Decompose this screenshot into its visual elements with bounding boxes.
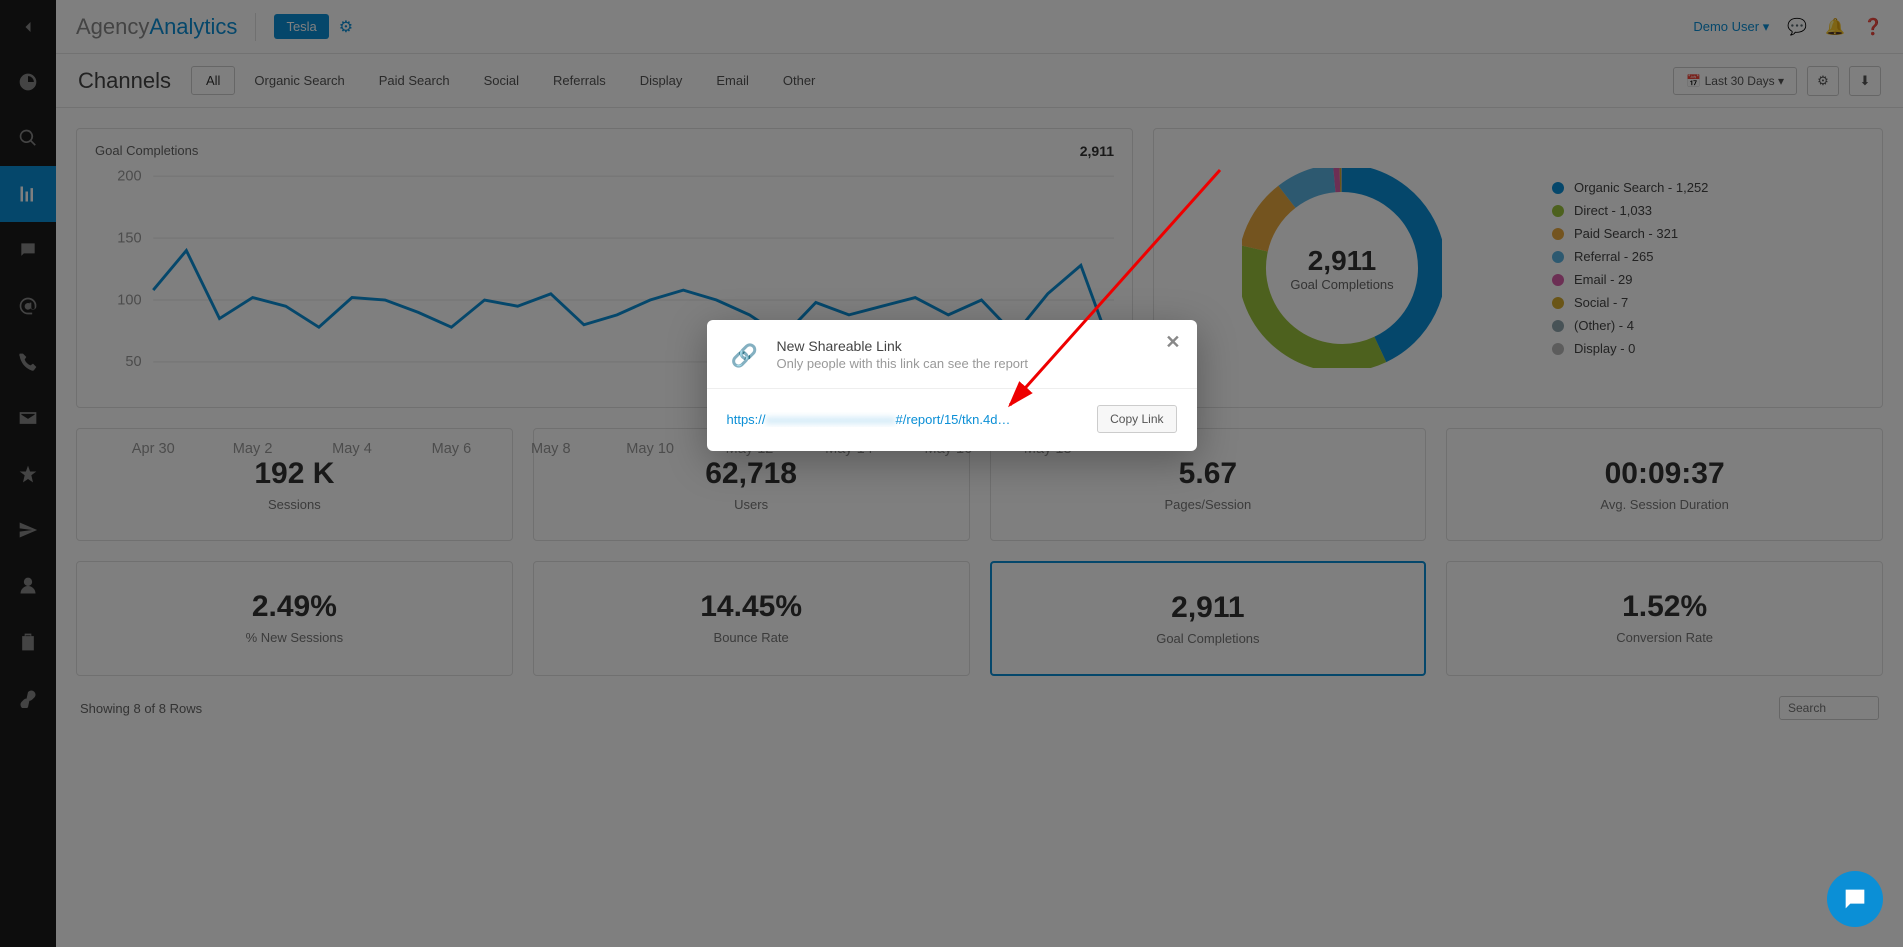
link-icon: 🔗 (727, 338, 763, 374)
modal-overlay[interactable] (0, 0, 1903, 947)
intercom-launcher[interactable] (1827, 871, 1883, 927)
share-link-modal: 🔗 New Shareable Link Only people with th… (707, 320, 1197, 451)
copy-link-button[interactable]: Copy Link (1097, 405, 1176, 433)
share-url[interactable]: https://xxxxxxxxxxxxxxxxxxxx#/report/15/… (727, 412, 1086, 427)
modal-title: New Shareable Link (777, 338, 1028, 354)
close-icon[interactable]: ✕ (1165, 332, 1180, 353)
modal-subtitle: Only people with this link can see the r… (777, 356, 1028, 371)
